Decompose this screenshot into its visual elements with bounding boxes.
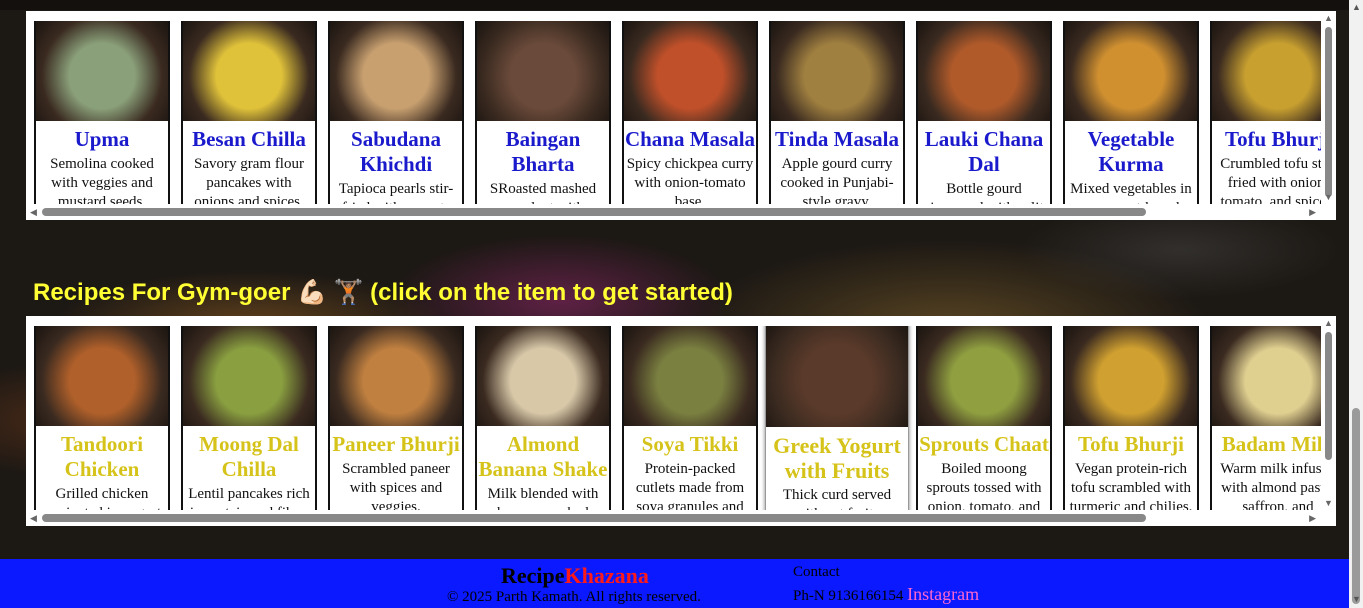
recipe-card[interactable]: Moong Dal ChillaLentil pancakes rich in … xyxy=(181,326,317,514)
recipe-title[interactable]: Almond Banana Shake xyxy=(477,432,609,482)
recipe-card[interactable]: Besan Chilla Savory gram flour pancakes w… xyxy=(181,21,317,209)
recipe-card[interactable]: Tandoori ChickenGrilled chicken marinate… xyxy=(34,326,170,514)
recipe-title[interactable]: Upma xyxy=(36,127,168,152)
scroll-left-arrow-icon[interactable]: ◀ xyxy=(30,207,37,217)
recipe-title[interactable]: Vegetable Kurma xyxy=(1065,127,1197,177)
recipe-image[interactable] xyxy=(766,326,908,427)
recipe-image[interactable] xyxy=(1212,21,1324,121)
recipe-image[interactable] xyxy=(918,21,1050,121)
recipe-image[interactable] xyxy=(183,21,315,121)
recipe-image[interactable] xyxy=(36,326,168,426)
recipe-image[interactable] xyxy=(477,21,609,121)
recipe-title[interactable]: Moong Dal Chilla xyxy=(183,432,315,482)
scrollbar-thumb[interactable] xyxy=(42,208,1146,216)
recipe-title[interactable]: Baingan Bharta xyxy=(477,127,609,177)
recipe-image[interactable] xyxy=(1065,326,1197,426)
recipe-title[interactable]: Paneer Bhurji xyxy=(330,432,462,457)
scrollbar-thumb[interactable] xyxy=(1325,27,1332,197)
recipe-image[interactable] xyxy=(624,21,756,121)
recipe-description: Savory gram flour pancakes with onions a… xyxy=(194,156,304,209)
scroll-up-arrow-icon[interactable]: ▲ xyxy=(1352,2,1361,12)
scroll-down-arrow-icon[interactable]: ▼ xyxy=(1352,594,1361,604)
recipe-image[interactable] xyxy=(624,326,756,426)
page-scrollbar-thumb[interactable] xyxy=(1352,408,1360,604)
recipe-title[interactable]: Sprouts Chaat xyxy=(918,432,1050,457)
recipe-description: Protein-packed cutlets made from soya gr… xyxy=(635,461,745,514)
recipe-title[interactable]: Greek Yogurt with Fruits xyxy=(766,433,908,483)
recipe-card[interactable]: Greek Yogurt with Fruits Thick curd serve… xyxy=(765,326,909,514)
recipe-card[interactable]: Chana Masala Spicy chickpea curry with on… xyxy=(622,21,758,209)
horizontal-scrollbar[interactable]: ◀ ▶ xyxy=(26,204,1336,220)
recipe-description: Warm milk infused with almond paste, saf… xyxy=(1220,461,1324,514)
recipe-image[interactable] xyxy=(477,326,609,426)
vertical-scrollbar[interactable]: ▲ ▼ xyxy=(1321,11,1336,204)
recipe-description: Semolina cooked with veggies and mustard… xyxy=(50,156,154,209)
horizontal-scrollbar[interactable]: ◀ ▶ xyxy=(26,510,1336,526)
copyright-text: © 2025 Parth Kamath. All rights reserved… xyxy=(447,589,701,605)
recipe-card[interactable]: Baingan BhartaSRoasted mashed eggplant w… xyxy=(475,21,611,209)
scrollbar-thumb[interactable] xyxy=(42,514,1146,522)
recipe-card[interactable]: Badam Milk Warm milk infused with almond … xyxy=(1210,326,1324,514)
recipe-description: Scrambled paneer with spices and veggies… xyxy=(342,461,450,514)
recipe-title[interactable]: Chana Masala xyxy=(624,127,756,152)
recipe-card[interactable]: Tofu Bhurji Vegan protein-rich tofu scram… xyxy=(1063,326,1199,514)
section-heading: Recipes For Gym-goer 💪🏻 🏋🏽 (click on the… xyxy=(33,279,733,306)
recipe-image[interactable] xyxy=(183,326,315,426)
recipe-title[interactable]: Sabudana Khichdi xyxy=(330,127,462,177)
scroll-down-arrow-icon[interactable]: ▼ xyxy=(1324,498,1333,508)
recipe-image[interactable] xyxy=(1212,326,1324,426)
recipe-card[interactable]: Lauki Chana DalBottle gourd simmered wit… xyxy=(916,21,1052,209)
recipe-title[interactable]: Tofu Bhurji xyxy=(1212,127,1324,152)
recipe-row-general[interactable]: Upma Semolina cooked with veggies and mus… xyxy=(26,11,1336,220)
scroll-left-arrow-icon[interactable]: ◀ xyxy=(30,513,37,523)
recipe-card[interactable]: Paneer Bhurji Scrambled paneer with spice… xyxy=(328,326,464,514)
recipe-row-gym[interactable]: Tandoori ChickenGrilled chicken marinate… xyxy=(26,316,1336,526)
scroll-up-arrow-icon[interactable]: ▲ xyxy=(1324,13,1333,23)
recipe-image[interactable] xyxy=(36,21,168,121)
recipe-title[interactable]: Lauki Chana Dal xyxy=(918,127,1050,177)
instagram-link[interactable]: Instagram xyxy=(907,584,979,604)
recipe-card[interactable]: Soya Tikki Protein-packed cutlets made fr… xyxy=(622,326,758,514)
recipe-card[interactable]: Upma Semolina cooked with veggies and mus… xyxy=(34,21,170,209)
recipe-description: Crumbled tofu stir-fried with onion, tom… xyxy=(1220,156,1324,209)
contact-heading: Contact xyxy=(793,564,840,580)
footer: RecipeKhazana © 2025 Parth Kamath. All r… xyxy=(0,559,1349,608)
recipe-title[interactable]: Tandoori Chicken xyxy=(36,432,168,482)
recipe-description: Apple gourd curry cooked in Punjabi-styl… xyxy=(780,156,894,209)
scrollbar-thumb[interactable] xyxy=(1325,332,1332,460)
recipe-card[interactable]: Vegetable KurmaMixed vegetables in a coc… xyxy=(1063,21,1199,209)
recipe-image[interactable] xyxy=(330,326,462,426)
recipe-title[interactable]: Besan Chilla xyxy=(183,127,315,152)
scroll-down-arrow-icon[interactable]: ▼ xyxy=(1324,192,1333,202)
recipe-card[interactable]: Almond Banana ShakeMilk blended with ban… xyxy=(475,326,611,514)
vertical-scrollbar[interactable]: ▲ ▼ xyxy=(1321,316,1336,510)
recipe-strip: Tandoori ChickenGrilled chicken marinate… xyxy=(34,326,1324,514)
recipe-card[interactable]: Sabudana KhichdiTapioca pearls stir-frie… xyxy=(328,21,464,209)
recipe-title[interactable]: Badam Milk xyxy=(1212,432,1324,457)
page-scrollbar[interactable]: ▲ ▼ xyxy=(1349,0,1363,608)
recipe-description: Boiled moong sprouts tossed with onion, … xyxy=(926,461,1042,514)
top-edge xyxy=(0,0,1349,10)
recipe-image[interactable] xyxy=(330,21,462,121)
recipe-description: Spicy chickpea curry with onion-tomato b… xyxy=(626,156,754,209)
recipe-image[interactable] xyxy=(771,21,903,121)
scroll-right-arrow-icon[interactable]: ▶ xyxy=(1309,207,1316,217)
recipe-card[interactable]: Sprouts Chaat Boiled moong sprouts tossed… xyxy=(916,326,1052,514)
footer-brand[interactable]: RecipeKhazana xyxy=(501,563,649,589)
recipe-card[interactable]: Tofu Bhurji Crumbled tofu stir-fried with… xyxy=(1210,21,1324,209)
scroll-right-arrow-icon[interactable]: ▶ xyxy=(1309,513,1316,523)
recipe-card[interactable]: Tinda Masala Apple gourd curry cooked in … xyxy=(769,21,905,209)
recipe-title[interactable]: Tinda Masala xyxy=(771,127,903,152)
scroll-up-arrow-icon[interactable]: ▲ xyxy=(1324,318,1333,328)
recipe-title[interactable]: Soya Tikki xyxy=(624,432,756,457)
recipe-image[interactable] xyxy=(1065,21,1197,121)
contact-info: Ph-N 9136166154 Instagram xyxy=(793,584,979,605)
recipe-strip: Upma Semolina cooked with veggies and mus… xyxy=(34,21,1324,209)
recipe-title[interactable]: Tofu Bhurji xyxy=(1065,432,1197,457)
recipe-image[interactable] xyxy=(918,326,1050,426)
recipe-description: Vegan protein-rich tofu scrambled with t… xyxy=(1069,461,1193,514)
phone-number: Ph-N 9136166154 xyxy=(793,588,904,604)
